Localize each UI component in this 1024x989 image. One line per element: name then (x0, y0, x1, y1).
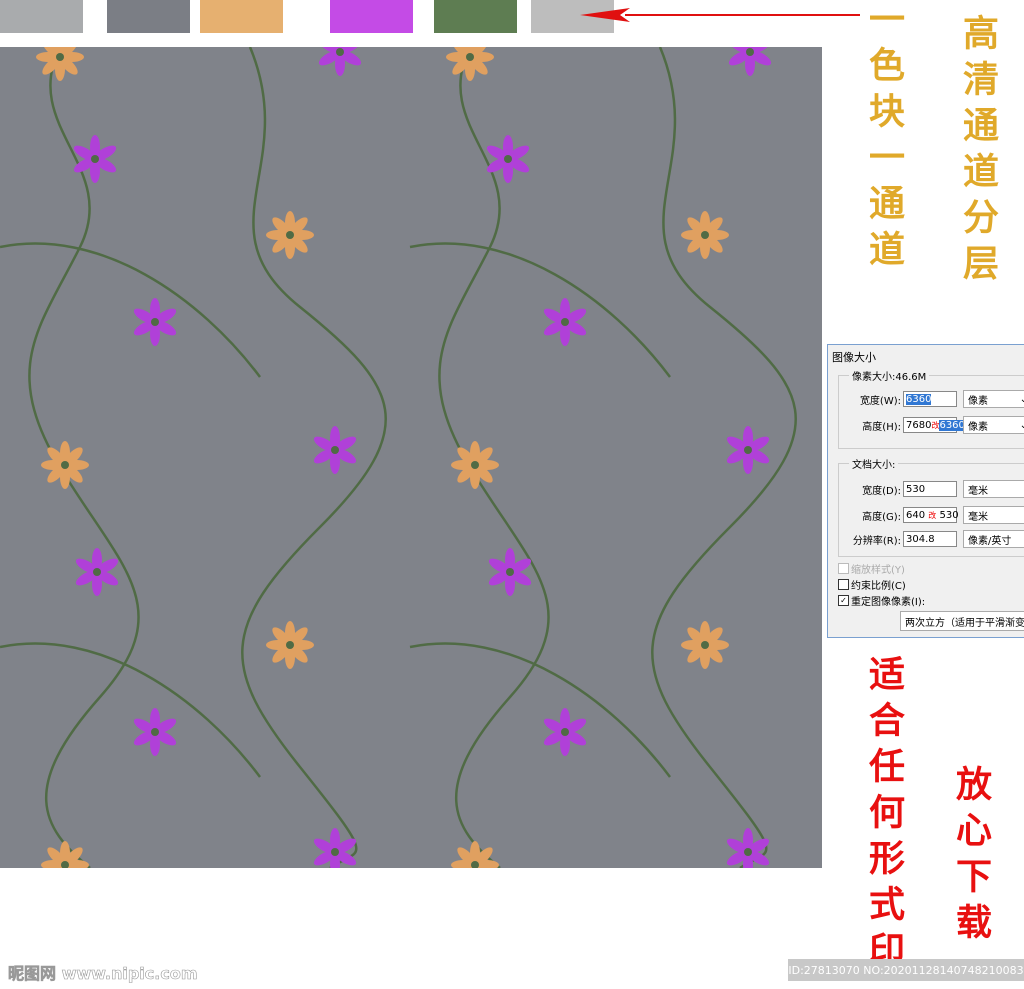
label: 分辨率(R): (852, 535, 901, 547)
color-swatch (107, 0, 190, 33)
width-row: 宽度(W): 6360 像素 ⌄ (839, 390, 1024, 408)
vine (0, 642, 261, 778)
document-size-group: 文档大小: 宽度(D): 530 毫米 高度(G): 640 改 530 毫米 分辨率(… (838, 456, 1024, 557)
value: 6360 (906, 393, 932, 405)
flower (266, 621, 314, 669)
label: 宽度(D): (862, 485, 901, 497)
chevron-down-icon: ⌄ (1019, 393, 1024, 405)
pixel-dimensions-group: 像素大小:46.6M 宽度(W): 6360 像素 ⌄ 高度(H): 7680 改 6360… (838, 368, 1024, 449)
label: 高度(H): (862, 421, 901, 433)
edit-mark: 改 (931, 420, 940, 430)
resolution-input[interactable]: 304.8 (903, 531, 957, 547)
image-id: ID:27813070 NO:20201128140748210083 (788, 959, 1024, 981)
flower (681, 211, 729, 259)
doc-height-unit-select[interactable]: 毫米 (963, 506, 1024, 524)
flower (41, 841, 89, 868)
label: 重定图像像素(I): (851, 597, 926, 608)
color-swatch (434, 0, 517, 33)
watermark-logo: 昵图网 www.nipic.com (8, 964, 198, 984)
caption-hd-channel-layers: 高清通道分层 (957, 14, 999, 290)
constrain-proportions-checkbox[interactable]: 约束比例(C) (838, 577, 906, 592)
doc-width-unit-select[interactable]: 毫米 (963, 480, 1024, 498)
label: 高度(G): (862, 511, 901, 523)
resample-checkbox[interactable]: ✓ 重定图像像素(I): (838, 593, 925, 608)
flower (36, 47, 84, 81)
edit-mark: 改 (928, 510, 937, 520)
width-input[interactable]: 6360 (903, 391, 957, 407)
group-label: 像素大小:46.6M (849, 368, 930, 383)
flower (313, 426, 357, 474)
flower (726, 426, 770, 474)
width-unit-select[interactable]: 像素 ⌄ (963, 390, 1024, 408)
flower (681, 621, 729, 669)
vine (409, 242, 671, 378)
flower (728, 47, 772, 76)
dialog-title: 图像大小 (832, 351, 876, 364)
flower (451, 841, 499, 868)
height-row: 高度(H): 7680 改 6360 像素 ⌄ (839, 416, 1024, 434)
label: 缩放样式(Y) (851, 565, 905, 576)
checkmark-icon: ✓ (838, 595, 849, 606)
flower (266, 211, 314, 259)
vine (651, 47, 797, 868)
doc-width-row: 宽度(D): 530 毫米 (839, 480, 1024, 498)
flower (41, 441, 89, 489)
height-input[interactable]: 7680 改 6360 (903, 417, 965, 433)
caption-safe-download: 放心下载 (950, 765, 992, 949)
label: 宽度(W): (859, 395, 901, 407)
flower (75, 548, 119, 596)
old-value: 640 (906, 509, 926, 521)
doc-height-input[interactable]: 640 改 530 (903, 507, 959, 523)
doc-height-row: 高度(G): 640 改 530 毫米 (839, 506, 1024, 524)
group-label: 文档大小: (849, 456, 899, 471)
flower (446, 47, 494, 81)
flower (133, 708, 177, 756)
label: 约束比例(C) (851, 581, 906, 592)
value: 6360 (939, 419, 965, 431)
scale-styles-checkbox[interactable]: 缩放样式(Y) (838, 561, 905, 576)
height-unit-select[interactable]: 像素 ⌄ (963, 416, 1024, 434)
checkbox-icon (838, 563, 849, 574)
caption-one-block-one-channel: 一色块一通道 (863, 0, 905, 276)
resolution-unit-select[interactable]: 像素/英寸 (963, 530, 1024, 548)
value: 530 (939, 509, 959, 521)
flower (543, 708, 587, 756)
image-size-dialog: 图像大小 像素大小:46.6M 宽度(W): 6360 像素 ⌄ 高度(H): 7680… (827, 344, 1024, 638)
floral-pattern (0, 47, 822, 868)
color-swatch (330, 0, 413, 33)
flower (73, 135, 117, 183)
caption-any-print: 适合任何形式印 (863, 655, 905, 977)
doc-width-input[interactable]: 530 (903, 481, 957, 497)
checkbox-icon (838, 579, 849, 590)
old-value: 7680 (906, 419, 932, 431)
flower (133, 298, 177, 346)
value: 像素 (968, 421, 988, 433)
flower (451, 441, 499, 489)
arrow-left-icon (580, 8, 860, 22)
color-swatch (200, 0, 283, 33)
chevron-down-icon: ⌄ (1019, 419, 1024, 431)
flower (543, 298, 587, 346)
vine (409, 642, 671, 778)
flower (726, 828, 770, 868)
resample-method-select[interactable]: 两次立方（适用于平滑渐变 (900, 611, 1024, 631)
flower (318, 47, 362, 76)
resolution-row: 分辨率(R): 304.8 像素/英寸 (839, 530, 1024, 548)
vine (0, 242, 261, 378)
color-swatch (0, 0, 83, 33)
value: 像素 (968, 395, 988, 407)
flower (486, 135, 530, 183)
vine (241, 47, 387, 868)
